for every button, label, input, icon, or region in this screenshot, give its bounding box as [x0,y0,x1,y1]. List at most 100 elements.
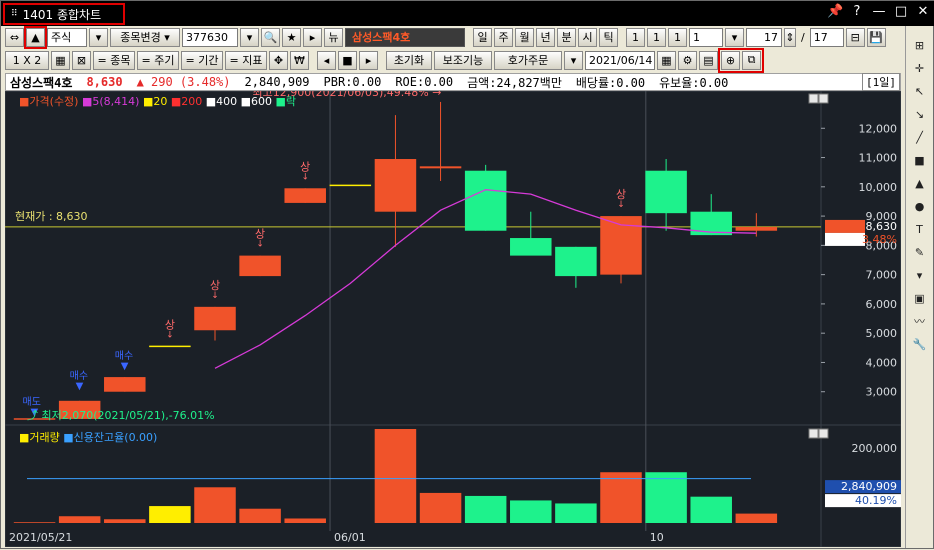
scroll-left-icon[interactable]: ◂ [317,50,336,70]
won-button[interactable]: ₩ [290,50,309,70]
period-num-dropdown-icon[interactable]: ▾ [725,27,744,47]
reset-button[interactable]: 초기화 [386,50,432,70]
period-num-input[interactable]: 1 [689,27,723,47]
wave-tool-icon[interactable]: 〰 [909,310,931,332]
chart-type-icon[interactable]: ▤ [699,50,718,70]
search-icon[interactable]: 🔍 [261,27,280,47]
brush-tool-icon[interactable]: ✎ [909,241,931,263]
period-day-label: 일 [477,31,488,44]
candle-body [239,255,281,277]
cycle-toggle-button[interactable]: = 주기 [137,50,179,70]
stock-change-button[interactable]: 종목변경 ▾ [110,27,180,47]
candle-body [645,170,687,214]
crosshair-icon[interactable]: ✛ [909,57,931,79]
upper-limit-arrow: ↓ [617,200,625,210]
new-window-icon[interactable]: ⧉ [742,50,761,70]
calendar-icon[interactable]: ▦ [657,50,676,70]
candlestick-chart[interactable]: 12,00011,00010,0009,0008,0007,0006,0005,… [4,86,902,548]
stock-code-value: 377630 [186,30,228,44]
market-dropdown-icon[interactable]: ▾ [89,27,108,47]
volume-bar [510,500,552,523]
stock-toggle-button[interactable]: = 종목 [93,50,135,70]
line-tool-icon[interactable]: ╱ [909,126,931,148]
split-icon[interactable]: ⊠ [72,50,91,70]
order-button[interactable]: 호가주문 [494,50,562,70]
triangle-tool-icon[interactable]: ▲ [909,172,931,194]
period-month-label: 월 [519,31,530,44]
volume-pct-tag-text: 40.19% [855,494,897,507]
prev-stock-icon[interactable]: ▸ [303,27,322,47]
circle-tool-icon[interactable]: ● [909,195,931,217]
aux-function-button[interactable]: 보조기능 [434,50,492,70]
maximize-icon[interactable]: □ [893,4,909,19]
code-dropdown-icon[interactable]: ▾ [240,27,259,47]
panel-control-button[interactable] [818,93,829,104]
dropdown-box-icon[interactable]: ▾ [909,264,931,286]
chart-area[interactable]: 12,000 11,000 10,000 9,000 8,000 7,000 6,000 5,… [4,86,902,548]
indicator-toggle-label: = 지표 [229,54,263,67]
wrench-tool-icon[interactable]: 🔧 [909,333,931,355]
move-cross-icon[interactable]: ✥ [269,50,288,70]
count-input[interactable]: 17 [746,27,782,47]
volume-bar [104,519,146,523]
volume-bar [239,508,281,523]
period-tick-button[interactable]: 틱 [599,27,618,47]
rectangle-tool-icon[interactable]: ■ [909,149,931,171]
help-icon[interactable]: ? [849,4,865,19]
won-label: ₩ [294,53,305,67]
nav-left-right-icon[interactable]: ⇔ [5,27,24,47]
period-num-2-button[interactable]: 1 [647,27,666,47]
favorite-star-icon[interactable]: ★ [282,27,301,47]
zoom-icon[interactable]: ⊕ [721,50,740,70]
info-period[interactable]: [1일] [862,73,900,91]
indicator-toggle-button[interactable]: = 지표 [225,50,267,70]
text-tool-icon[interactable]: T [909,218,931,240]
collapse-up-button[interactable]: ▲ [24,25,47,49]
info-price: 8,630 [86,75,123,89]
grid-icon[interactable]: ▦ [51,50,70,70]
pin-icon[interactable]: 📌 [827,4,843,19]
save-icon[interactable]: 💾 [866,27,886,47]
count-spin-icon[interactable]: ⇕ [784,27,796,47]
news-button[interactable]: 뉴 [324,27,343,47]
analysis-icon[interactable]: ▣ [909,287,931,309]
close-icon[interactable]: ✕ [915,4,931,19]
period-num-1-button[interactable]: 1 [626,27,645,47]
collapse-panel-icon[interactable]: ⊟ [845,27,865,47]
stock-code-input[interactable]: 377630 [182,27,238,47]
price-legend-item: ■ [139,95,153,108]
market-select[interactable]: 주식 [47,27,87,47]
info-volume: 2,840,909 [244,75,310,89]
minimize-icon[interactable]: — [871,4,887,19]
settings-gear-icon[interactable]: ⚙ [678,50,697,70]
period-month-button[interactable]: 월 [515,27,534,47]
price-legend-item: ■ [272,95,286,108]
upper-limit-arrow: ↓ [256,240,264,250]
order-dropdown-icon[interactable]: ▾ [564,50,583,70]
period-hour-button[interactable]: 시 [578,27,597,47]
price-tick-label: 12,000 [859,122,898,135]
date-input[interactable]: 2021/06/14 [585,50,655,70]
layout-button[interactable]: 1 X 2 [5,50,49,70]
current-pct-tag-text: 3.48% [862,233,897,246]
all-tools-icon[interactable]: ⊞ [909,34,931,56]
period-minute-button[interactable]: 분 [557,27,576,47]
panel-control-button[interactable] [808,93,819,104]
stock-name-field: 삼성스팩4호 [345,27,465,47]
stock-change-label: 종목변경 [120,31,161,44]
panel-control-button[interactable] [818,428,829,439]
period-toggle-button[interactable]: = 기간 [181,50,223,70]
period-year-button[interactable]: 년 [536,27,555,47]
stop-icon[interactable]: ■ [338,50,357,70]
pointer-icon[interactable]: ↖ [909,80,931,102]
period-num-1-label: 1 [632,30,639,44]
period-num-3-button[interactable]: 1 [668,27,687,47]
panel-control-button[interactable] [808,428,819,439]
select-icon[interactable]: ↘ [909,103,931,125]
window-menu-icon[interactable]: ⠿ [11,9,18,19]
current-pct-tag [825,232,865,246]
period-week-button[interactable]: 주 [494,27,513,47]
scroll-right-icon[interactable]: ▸ [359,50,378,70]
volume-legend-item: ■ [60,431,74,444]
period-day-button[interactable]: 일 [473,27,492,47]
